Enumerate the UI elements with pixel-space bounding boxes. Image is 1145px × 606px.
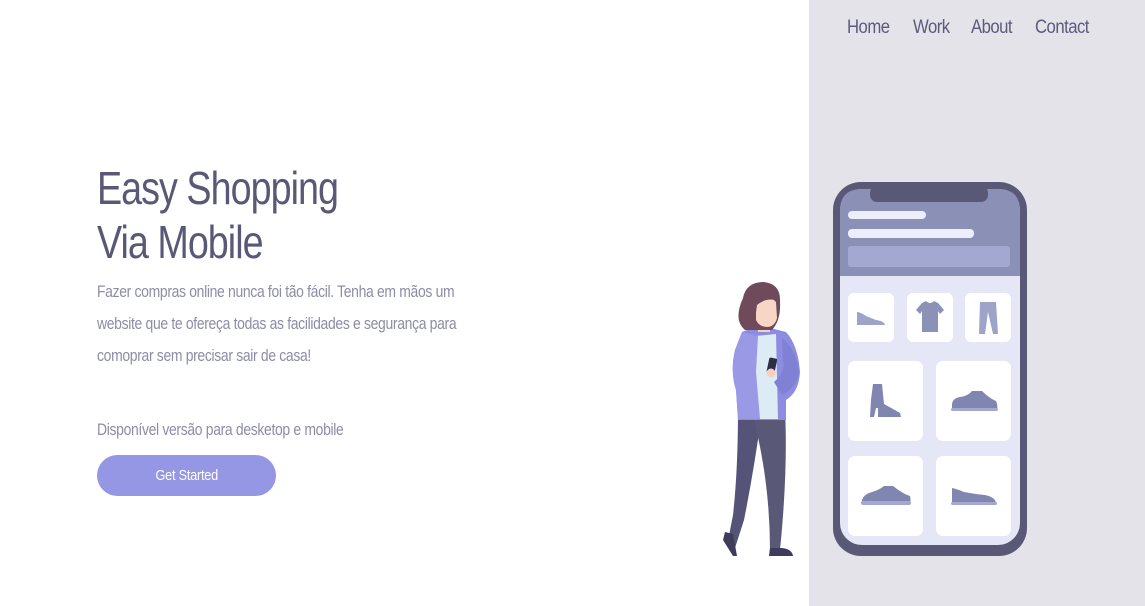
woman-illustration <box>723 282 800 556</box>
pants-icon <box>965 293 1011 342</box>
tshirt-icon <box>907 293 953 342</box>
boot-icon <box>848 361 923 441</box>
phone-illustration <box>833 182 1027 556</box>
sneaker-icon <box>936 361 1011 441</box>
shoe-icon <box>848 293 894 342</box>
sneaker-icon <box>936 456 1011 536</box>
hero-illustration <box>723 182 1027 556</box>
sneaker-icon <box>848 456 923 536</box>
